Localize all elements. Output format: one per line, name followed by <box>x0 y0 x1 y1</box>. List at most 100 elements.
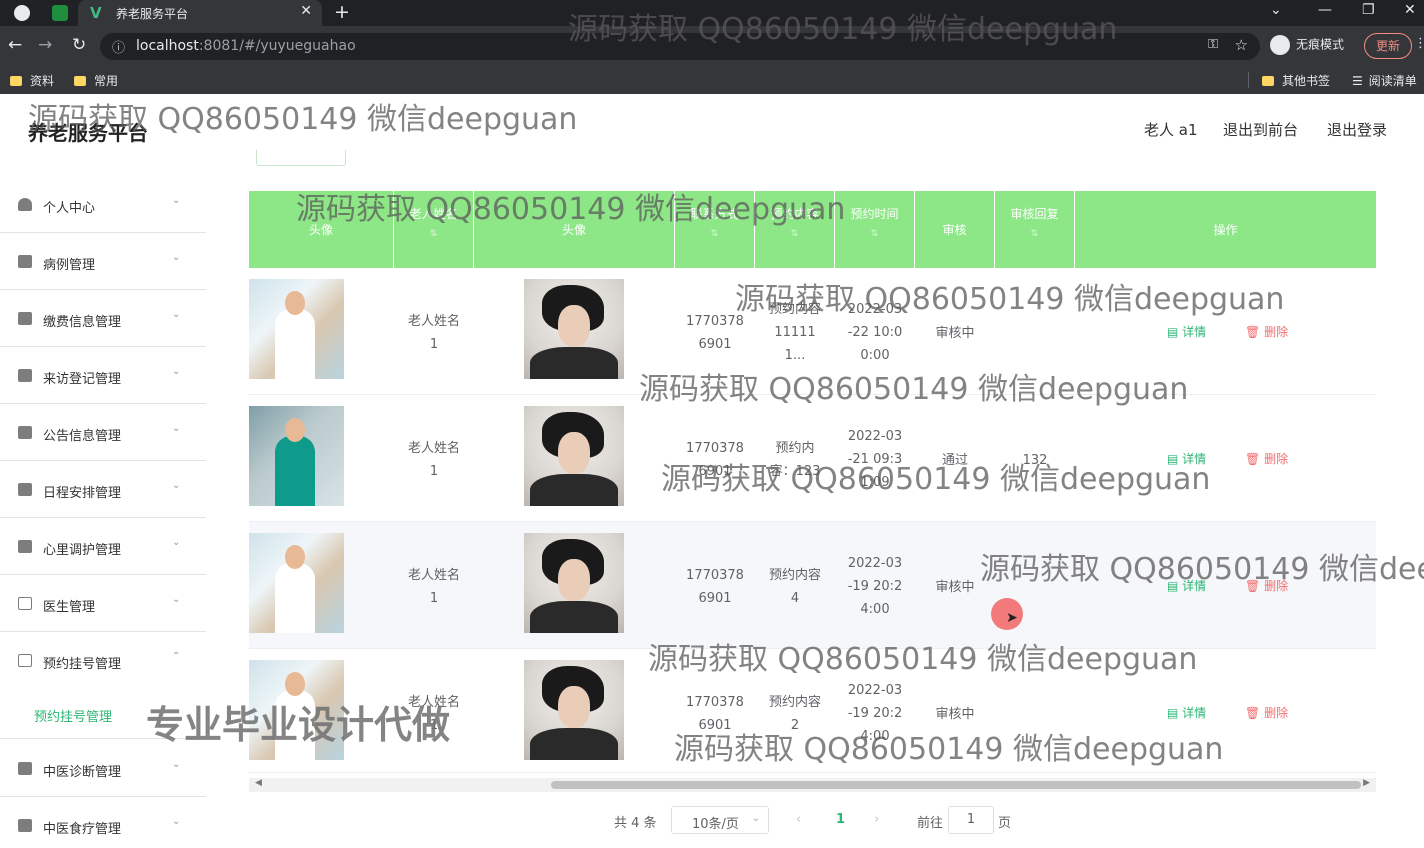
grid-icon <box>18 255 32 268</box>
chevron-down-icon: ⌄ <box>172 366 181 377</box>
sidebar-item-appointments[interactable]: 预约挂号管理 ⌃ <box>0 632 206 694</box>
promo-watermark: 专业毕业设计代做 <box>146 703 451 747</box>
goto-page-input[interactable]: 1 <box>948 806 994 834</box>
sidebar-item-cases[interactable]: 病例管理 ⌄ <box>0 233 206 290</box>
column-header[interactable]: 审核回复 ⇅ <box>995 191 1075 268</box>
tab-search-icon[interactable]: ⌄ <box>1270 2 1282 18</box>
restore-icon[interactable]: ❐ <box>1362 2 1375 18</box>
sidebar-item-psych-care[interactable]: 心里调护管理 ⌄ <box>0 518 206 575</box>
photo-thumbnail <box>249 279 344 379</box>
chevron-down-icon: ⌄ <box>172 252 181 263</box>
horizontal-scrollbar[interactable]: ◀ ▶ <box>249 778 1376 792</box>
watermark: 源码获取 QQ86050149 微信dee <box>980 552 1424 587</box>
delete-button[interactable]: 🗑 删除 <box>1245 704 1288 721</box>
page-unit: 页 <box>998 816 1012 831</box>
tab-title: 养老服务平台 <box>116 7 189 21</box>
chevron-down-icon: ⌄ <box>172 759 181 770</box>
close-window-icon[interactable]: ✕ <box>1404 2 1416 18</box>
scroll-right-icon[interactable]: ▶ <box>1363 778 1370 788</box>
sidebar-item-schedule[interactable]: 日程安排管理 ⌄ <box>0 461 206 518</box>
prev-page-icon[interactable]: ‹ <box>796 812 801 827</box>
trash-icon: 🗑 <box>1245 706 1265 720</box>
delete-button[interactable]: 🗑 删除 <box>1245 450 1288 467</box>
browser-tab[interactable]: V 养老服务平台 ✕ <box>78 0 322 26</box>
search-button-edge[interactable] <box>256 150 346 166</box>
sidebar-item-personal-center[interactable]: 个人中心 ⌄ <box>0 176 206 233</box>
watermark: 源码获取 QQ86050149 微信deepguan <box>674 732 1224 767</box>
photo-thumbnail <box>249 533 344 633</box>
elder-name: 老人姓名 1 <box>407 568 460 606</box>
scroll-left-icon[interactable]: ◀ <box>255 778 262 788</box>
camera-icon <box>18 483 32 496</box>
column-header[interactable]: 预约时间 ⇅ <box>835 191 915 268</box>
reading-list-icon: ☰ <box>1352 74 1363 88</box>
minimize-icon[interactable]: — <box>1318 2 1332 18</box>
monitor-icon <box>18 819 32 832</box>
watermark: 源码获取 QQ86050149 微信deepguan <box>568 12 1118 47</box>
app-shortcut-icon[interactable] <box>52 5 68 21</box>
briefcase-icon <box>18 426 32 439</box>
contact: 1770378 6901 <box>686 568 744 606</box>
page-size-select[interactable]: 10条/页 ⌄ <box>671 806 769 834</box>
site-info-icon[interactable]: ⓘ <box>112 37 125 56</box>
bookmarks-divider <box>1248 72 1249 88</box>
update-button[interactable]: 更新 <box>1364 33 1412 59</box>
other-bookmarks[interactable]: 其他书签 <box>1262 72 1330 89</box>
scrollbar-thumb[interactable] <box>551 781 1361 789</box>
elder-name: 老人姓名 1 <box>407 441 460 479</box>
status-text: 审核中 <box>935 326 975 341</box>
appointment-time: 2022-03 -19 20:2 4:00 <box>847 556 903 617</box>
elder-name: 老人姓名 1 <box>407 314 460 352</box>
sidebar-item-payments[interactable]: 缴费信息管理 ⌄ <box>0 290 206 347</box>
watermark: 源码获取 QQ86050149 微信deepguan <box>648 642 1198 677</box>
new-tab-icon[interactable]: + <box>334 1 350 23</box>
sidebar-item-tcm-diet[interactable]: 中医食疗管理 ⌄ <box>0 797 206 848</box>
current-page[interactable]: 1 <box>836 812 845 827</box>
close-tab-icon[interactable]: ✕ <box>300 3 312 19</box>
back-icon[interactable]: ← <box>8 35 22 55</box>
key-icon[interactable]: ⚿ <box>1208 37 1218 52</box>
mail-icon <box>18 597 32 610</box>
appointment-content: 预约内容 4 <box>768 568 821 606</box>
sidebar-item-visits[interactable]: 来访登记管理 ⌄ <box>0 347 206 404</box>
goto-label: 前往 <box>917 816 944 831</box>
message-icon <box>18 654 32 667</box>
browser-profile-icon[interactable] <box>14 5 30 21</box>
avatar <box>524 406 624 506</box>
column-header[interactable]: 审核 <box>915 191 995 268</box>
watermark: 源码获取 QQ86050149 微信deepguan <box>639 372 1189 407</box>
sidebar-item-announcements[interactable]: 公告信息管理 ⌄ <box>0 404 206 461</box>
back-to-front-link[interactable]: 退出到前台 <box>1223 119 1298 140</box>
detail-button[interactable]: ▤ 详情 <box>1167 704 1206 721</box>
next-page-icon[interactable]: › <box>874 812 879 827</box>
sort-icon: ⇅ <box>790 229 799 239</box>
watermark: 源码获取 QQ86050149 微信deepguan <box>296 192 846 227</box>
bookmarks-bar: 资料 常用 其他书签 ☰ 阅读清单 <box>0 66 1424 94</box>
document-icon: ▤ <box>1167 706 1183 720</box>
sidebar-item-doctors[interactable]: 医生管理 ⌄ <box>0 575 206 632</box>
delete-button[interactable]: 🗑 删除 <box>1245 323 1288 340</box>
logout-link[interactable]: 退出登录 <box>1327 119 1387 140</box>
reading-list[interactable]: ☰ 阅读清单 <box>1352 72 1417 89</box>
forward-icon[interactable]: → <box>38 35 52 55</box>
chevron-down-icon: ⌄ <box>172 816 181 827</box>
status-text: 审核中 <box>935 707 975 722</box>
incognito-indicator[interactable]: 无痕模式 <box>1270 35 1344 55</box>
chevron-down-icon: ⌄ <box>172 423 181 434</box>
clipboard-icon <box>18 540 32 553</box>
incognito-icon <box>1270 35 1290 55</box>
detail-button[interactable]: ▤ 详情 <box>1167 323 1206 340</box>
bookmark-star-icon[interactable]: ☆ <box>1235 36 1248 54</box>
watermark: 源码获取 QQ86050149 微信deepguan <box>735 282 1285 317</box>
reload-icon[interactable]: ↻ <box>72 35 86 55</box>
watermark: 源码获取 QQ86050149 微信deepguan <box>661 462 1211 497</box>
document-icon: ▤ <box>1167 325 1183 339</box>
photo-thumbnail <box>249 406 344 506</box>
bookmark-folder-2[interactable]: 常用 <box>74 72 118 89</box>
chart-icon <box>18 369 32 382</box>
folder-icon <box>10 76 22 86</box>
bookmark-folder-1[interactable]: 资料 <box>10 72 54 89</box>
sort-icon: ⇅ <box>710 229 719 239</box>
chevron-up-icon: ⌃ <box>172 651 181 662</box>
menu-kebab-icon[interactable]: ⋮ <box>1414 36 1424 51</box>
